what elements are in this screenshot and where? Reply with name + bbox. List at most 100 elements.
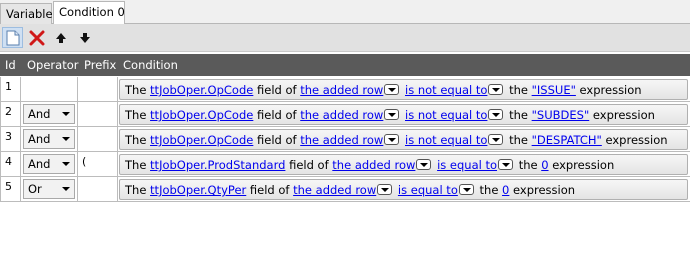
row-reference-dropdown-icon[interactable] bbox=[416, 159, 432, 170]
move-up-button[interactable] bbox=[50, 27, 71, 48]
column-header-condition[interactable]: Condition bbox=[123, 58, 178, 72]
prefix-cell[interactable] bbox=[78, 77, 118, 102]
condition-expression[interactable]: The ttJobOper.OpCode field of the added … bbox=[119, 104, 688, 125]
move-down-button[interactable] bbox=[74, 27, 95, 48]
text-the: The bbox=[125, 108, 147, 122]
text-field-of: field of bbox=[257, 83, 297, 97]
text-the: the bbox=[509, 83, 528, 97]
column-header-prefix[interactable]: Prefix bbox=[84, 58, 116, 72]
operator-cell: And bbox=[21, 152, 78, 177]
text-the: the bbox=[518, 158, 538, 172]
comparison-link[interactable]: is not equal to bbox=[405, 133, 487, 147]
operator-value: And bbox=[28, 132, 51, 146]
tab-bar: Variables Condition 0 bbox=[0, 0, 690, 25]
chevron-down-icon bbox=[62, 112, 70, 116]
comparison-dropdown-icon[interactable] bbox=[488, 134, 504, 145]
condition-expression[interactable]: The ttJobOper.ProdStandard field of the … bbox=[119, 154, 688, 175]
comparison-dropdown-icon[interactable] bbox=[498, 159, 514, 170]
text-the: the bbox=[509, 133, 528, 147]
row-reference-dropdown-icon[interactable] bbox=[377, 184, 393, 195]
row-reference-dropdown-icon[interactable] bbox=[384, 134, 400, 145]
comparison-link[interactable]: is equal to bbox=[398, 183, 458, 197]
row-reference-dropdown-icon[interactable] bbox=[384, 84, 400, 95]
operator-dropdown[interactable]: And bbox=[23, 129, 75, 149]
condition-editor: Variables Condition 0 Id Operator Prefix… bbox=[0, 0, 690, 255]
operator-dropdown[interactable]: And bbox=[23, 104, 75, 124]
table-row: 4 And ( The ttJobOper.ProdStandard field… bbox=[0, 152, 690, 177]
row-reference-link[interactable]: the added row bbox=[293, 183, 376, 197]
prefix-cell[interactable] bbox=[78, 177, 118, 202]
comparison-dropdown-icon[interactable] bbox=[488, 84, 504, 95]
text-the: The bbox=[125, 133, 147, 147]
text-the: The bbox=[125, 83, 147, 97]
delete-icon bbox=[29, 30, 44, 45]
operator-cell: Or bbox=[21, 177, 78, 202]
condition-expression[interactable]: The ttJobOper.OpCode field of the added … bbox=[119, 129, 688, 150]
row-reference-link[interactable]: the added row bbox=[332, 158, 415, 172]
prefix-cell[interactable] bbox=[78, 127, 118, 152]
field-link[interactable]: ttJobOper.OpCode bbox=[150, 133, 253, 147]
row-id: 3 bbox=[0, 127, 21, 152]
arrow-up-icon bbox=[55, 32, 66, 43]
table-row: 1 The ttJobOper.OpCode field of the adde… bbox=[0, 77, 690, 102]
value-link[interactable]: "ISSUE" bbox=[532, 83, 576, 97]
arrow-down-icon bbox=[79, 32, 90, 43]
text-field-of: field of bbox=[289, 158, 329, 172]
row-reference-dropdown-icon[interactable] bbox=[384, 109, 400, 120]
text-the: The bbox=[125, 158, 147, 172]
condition-cell: The ttJobOper.OpCode field of the added … bbox=[118, 102, 690, 127]
text-expression: expression bbox=[513, 183, 576, 197]
table-row: 5 Or The ttJobOper.QtyPer field of the a… bbox=[0, 177, 690, 202]
row-id: 4 bbox=[0, 152, 21, 177]
operator-value: And bbox=[28, 107, 51, 121]
field-link[interactable]: ttJobOper.ProdStandard bbox=[150, 158, 285, 172]
text-field-of: field of bbox=[249, 183, 290, 197]
chevron-down-icon bbox=[62, 162, 70, 166]
condition-expression[interactable]: The ttJobOper.QtyPer field of the added … bbox=[119, 179, 688, 200]
condition-cell: The ttJobOper.ProdStandard field of the … bbox=[118, 152, 690, 177]
field-link[interactable]: ttJobOper.OpCode bbox=[150, 108, 253, 122]
comparison-dropdown-icon[interactable] bbox=[488, 109, 504, 120]
comparison-dropdown-icon[interactable] bbox=[458, 184, 474, 195]
value-link[interactable]: "DESPATCH" bbox=[532, 133, 602, 147]
operator-cell: And bbox=[21, 127, 78, 152]
tab-condition-0[interactable]: Condition 0 bbox=[53, 1, 125, 25]
row-id: 5 bbox=[0, 177, 21, 202]
delete-condition-button[interactable] bbox=[26, 27, 47, 48]
text-field-of: field of bbox=[257, 108, 297, 122]
comparison-link[interactable]: is not equal to bbox=[405, 83, 487, 97]
row-reference-link[interactable]: the added row bbox=[300, 108, 383, 122]
prefix-cell[interactable]: ( bbox=[78, 152, 118, 177]
comparison-link[interactable]: is not equal to bbox=[405, 108, 487, 122]
text-the: The bbox=[125, 183, 147, 197]
operator-dropdown[interactable]: And bbox=[23, 154, 75, 174]
operator-value: Or bbox=[28, 182, 42, 196]
field-link[interactable]: ttJobOper.QtyPer bbox=[150, 183, 246, 197]
operator-dropdown[interactable]: Or bbox=[23, 179, 75, 199]
text-the: the bbox=[479, 183, 499, 197]
column-header-operator[interactable]: Operator bbox=[27, 58, 78, 72]
text-expression: expression bbox=[579, 83, 642, 97]
table-row: 3 And The ttJobOper.OpCode field of the … bbox=[0, 127, 690, 152]
prefix-cell[interactable] bbox=[78, 102, 118, 127]
row-reference-link[interactable]: the added row bbox=[300, 133, 383, 147]
value-link[interactable]: "SUBDES" bbox=[532, 108, 590, 122]
row-reference-link[interactable]: the added row bbox=[300, 83, 383, 97]
text-the: the bbox=[509, 108, 528, 122]
field-link[interactable]: ttJobOper.OpCode bbox=[150, 83, 253, 97]
operator-cell[interactable] bbox=[21, 77, 78, 102]
condition-cell: The ttJobOper.QtyPer field of the added … bbox=[118, 177, 690, 202]
tab-variables[interactable]: Variables bbox=[0, 3, 59, 24]
value-link[interactable]: 0 bbox=[502, 183, 509, 197]
text-expression: expression bbox=[605, 133, 668, 147]
table-row: 2 And The ttJobOper.OpCode field of the … bbox=[0, 102, 690, 127]
grid-empty-area bbox=[0, 204, 690, 255]
column-header-id[interactable]: Id bbox=[5, 58, 16, 72]
row-id: 1 bbox=[0, 77, 21, 102]
value-link[interactable]: 0 bbox=[541, 158, 548, 172]
condition-expression[interactable]: The ttJobOper.OpCode field of the added … bbox=[119, 79, 688, 100]
chevron-down-icon bbox=[62, 137, 70, 141]
comparison-link[interactable]: is equal to bbox=[437, 158, 497, 172]
text-field-of: field of bbox=[257, 133, 297, 147]
new-condition-button[interactable] bbox=[2, 27, 23, 48]
